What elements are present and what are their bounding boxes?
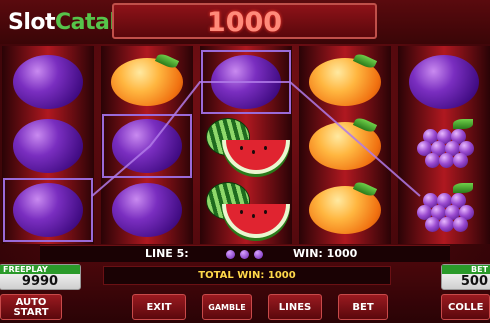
winning-payline (91, 81, 421, 197)
lines-button[interactable]: LINES (268, 294, 322, 320)
logo-slot-text: Slot (8, 10, 56, 35)
total-win-display: TOTAL WIN: 1000 (103, 266, 391, 285)
top-bar: SlotCatalog com 1000 (0, 0, 490, 44)
reels-area (0, 46, 490, 244)
auto-start-label-line2: START (13, 307, 49, 318)
plum-icon (254, 250, 263, 259)
collect-button[interactable]: COLLE (441, 294, 490, 320)
bet-value: 500 (460, 274, 488, 289)
credit-display: 1000 (112, 3, 377, 39)
gamble-button[interactable]: GAMBLE (202, 294, 252, 320)
auto-start-button[interactable]: AUTO START (0, 294, 62, 320)
bet-display: BET 500 (441, 264, 490, 290)
plum-icon (240, 250, 249, 259)
bet-label: BET (442, 265, 490, 274)
slot-game: SlotCatalog com 1000 (0, 0, 490, 323)
exit-button[interactable]: EXIT (132, 294, 186, 320)
bet-button[interactable]: BET (338, 294, 388, 320)
line-number-text: LINE 5: (145, 247, 189, 260)
freeplay-value: 9990 (21, 274, 59, 289)
credit-value: 1000 (206, 7, 283, 38)
plum-icon (226, 250, 235, 259)
line-win-text: WIN: 1000 (293, 247, 358, 260)
freeplay-label: FREEPLAY (0, 265, 80, 274)
freeplay-display: FREEPLAY 9990 (0, 264, 81, 290)
